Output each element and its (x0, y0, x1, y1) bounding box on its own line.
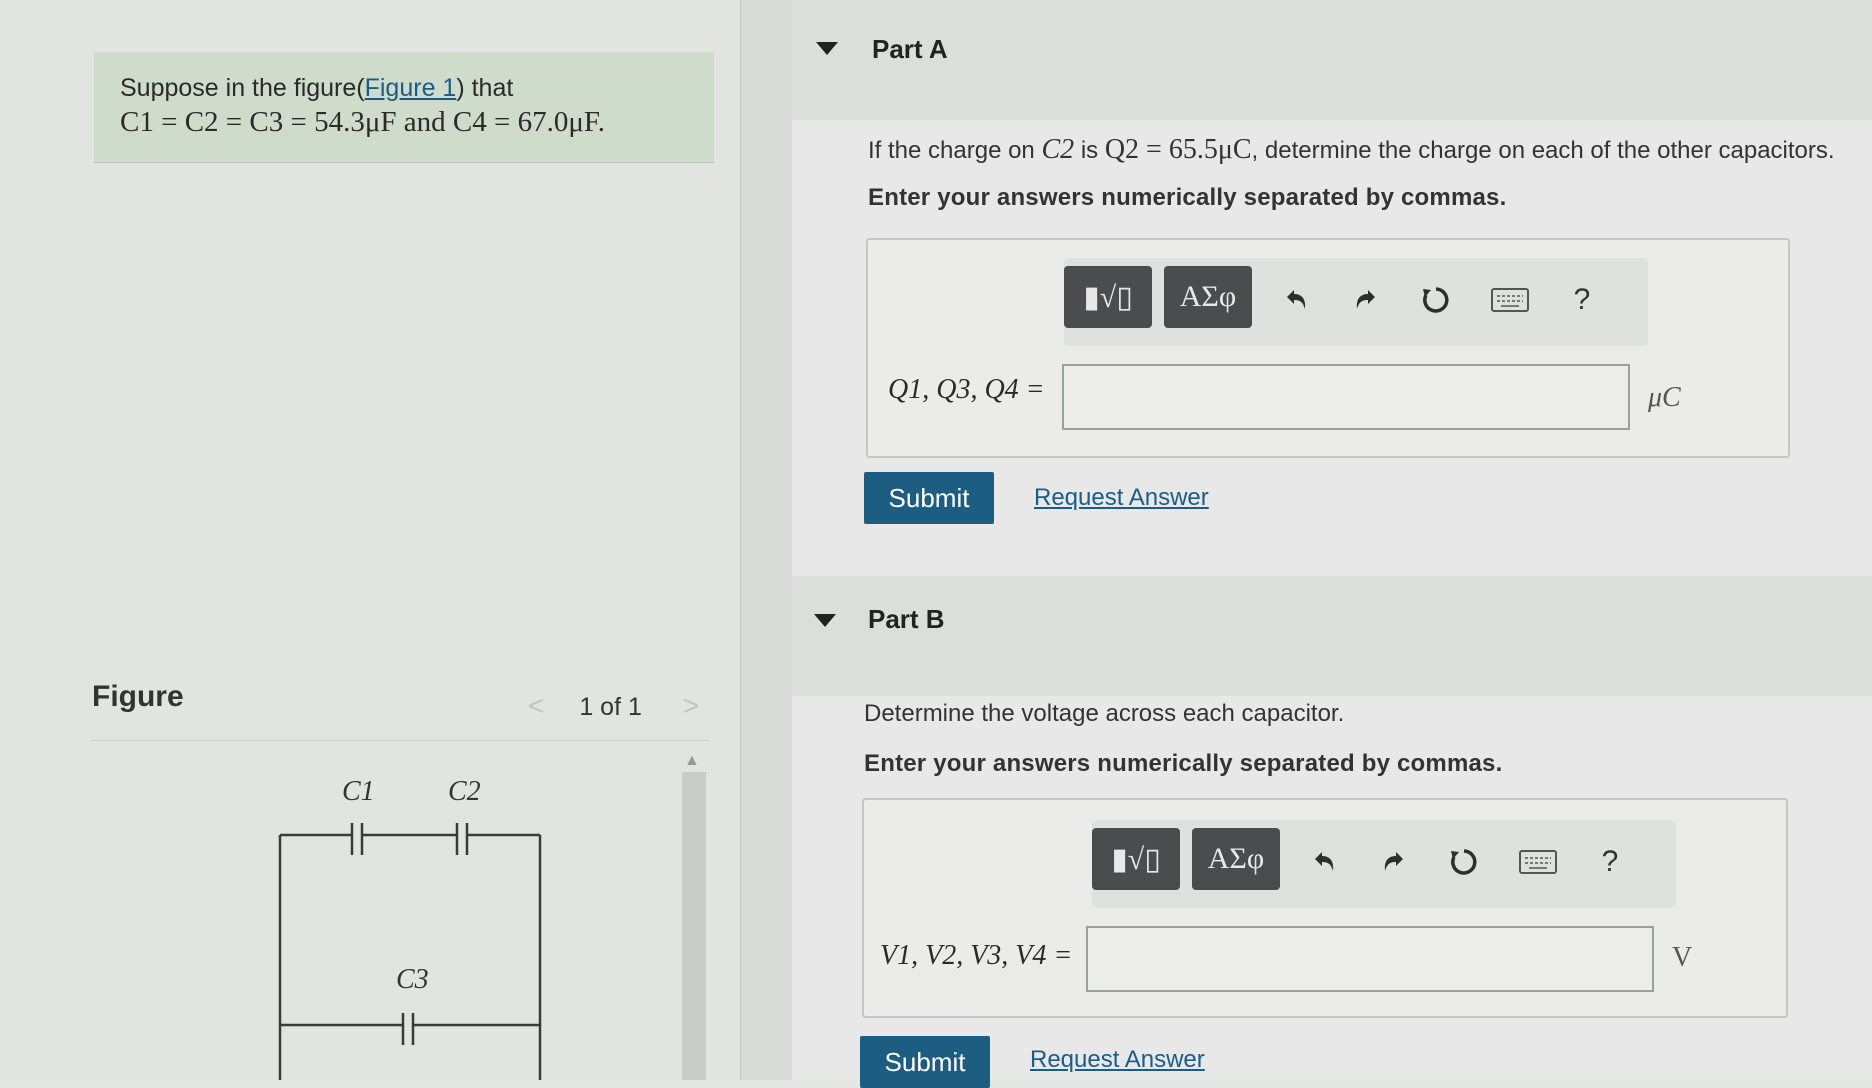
part-a-request-answer-link[interactable]: Request Answer (1034, 484, 1209, 512)
part-a-greek-button[interactable]: ΑΣφ (1164, 266, 1252, 328)
part-b-unit: V (1672, 942, 1693, 973)
reset-icon[interactable] (1418, 282, 1454, 318)
c2-label: C2 (448, 776, 481, 807)
part-b-title: Part B (868, 604, 945, 634)
problem-intro-line: Suppose in the figure(Figure 1) that (120, 74, 513, 103)
scroll-up-arrow-icon[interactable]: ▲ (684, 752, 700, 770)
right-pane: Part A If the charge on C2 is Q2 = 65.5μ… (792, 0, 1872, 1088)
part-a-question-suffix: , determine the charge on each of the ot… (1251, 137, 1835, 164)
part-b-answer-box: ▮√▯ ΑΣφ ? V1, V2, V3, V4 = V (862, 798, 1788, 1018)
part-a-math-toolbar: ▮√▯ ΑΣφ ? (1064, 258, 1648, 346)
left-pane: Suppose in the figure(Figure 1) that C1 … (0, 0, 740, 1080)
keyboard-icon[interactable] (1490, 282, 1530, 318)
redo-icon[interactable] (1376, 844, 1412, 880)
problem-intro: Suppose in the figure( (120, 74, 365, 102)
part-b-math-toolbar: ▮√▯ ΑΣφ ? (1092, 820, 1676, 908)
part-b-header[interactable]: Part B (792, 576, 1872, 696)
part-a-question-mid: is (1080, 137, 1099, 164)
figure-pagination: < 1 of 1 > (528, 690, 699, 722)
part-a-unit: μC (1648, 382, 1681, 413)
figure-link[interactable]: Figure 1 (365, 74, 457, 102)
part-a-question: If the charge on C2 is Q2 = 65.5μC, dete… (868, 134, 1835, 166)
part-b-question: Determine the voltage across each capaci… (864, 700, 1345, 727)
part-a-submit-button[interactable]: Submit (864, 472, 994, 524)
part-b-submit-button[interactable]: Submit (860, 1036, 990, 1088)
redo-icon[interactable] (1348, 282, 1384, 318)
keyboard-icon[interactable] (1518, 844, 1558, 880)
part-a-question-var: C2 (1041, 134, 1075, 165)
circuit-diagram: C1 C2 C3 (278, 776, 542, 1080)
part-b-input-label: V1, V2, V3, V4 = (880, 940, 1073, 971)
part-a-header[interactable]: Part A (792, 0, 1872, 120)
undo-icon[interactable] (1306, 844, 1342, 880)
problem-equation: C1 = C2 = C3 = 54.3μF and C4 = 67.0μF. (120, 106, 605, 138)
part-a-title: Part A (872, 34, 948, 64)
figure-page-indicator: 1 of 1 (579, 693, 642, 721)
help-icon[interactable]: ? (1564, 282, 1600, 318)
part-a-template-button[interactable]: ▮√▯ (1064, 266, 1152, 328)
part-a-question-value: Q2 = 65.5μC (1104, 134, 1252, 165)
part-b-template-button[interactable]: ▮√▯ (1092, 828, 1180, 890)
part-b-request-answer-link[interactable]: Request Answer (1030, 1046, 1205, 1074)
part-b-answer-input[interactable] (1086, 926, 1654, 992)
undo-icon[interactable] (1278, 282, 1314, 318)
problem-statement: Suppose in the figure(Figure 1) that C1 … (94, 52, 714, 163)
part-b-greek-button[interactable]: ΑΣφ (1192, 828, 1280, 890)
c1-label: C1 (342, 776, 375, 807)
problem-intro-end: ) that (456, 74, 514, 102)
part-a-input-label: Q1, Q3, Q4 = (888, 374, 1045, 405)
pane-divider (740, 0, 793, 1080)
help-icon[interactable]: ? (1592, 844, 1628, 880)
c3-label: C3 (396, 964, 429, 995)
reset-icon[interactable] (1446, 844, 1482, 880)
part-a-instruction: Enter your answers numerically separated… (868, 184, 1507, 211)
figure-divider (90, 740, 710, 741)
figure-next-button[interactable]: > (683, 690, 699, 721)
figure-prev-button[interactable]: < (528, 690, 544, 721)
part-b-collapse-icon[interactable] (814, 614, 836, 627)
part-b-instruction: Enter your answers numerically separated… (864, 750, 1503, 777)
part-a-question-prefix: If the charge on (868, 137, 1035, 164)
part-a-collapse-icon[interactable] (816, 42, 838, 55)
part-a-answer-input[interactable] (1062, 364, 1630, 430)
part-a-answer-box: ▮√▯ ΑΣφ ? Q1, Q3, Q4 = μC (866, 238, 1790, 458)
figure-scrollbar[interactable] (682, 772, 706, 1080)
figure-heading: Figure (92, 680, 184, 713)
